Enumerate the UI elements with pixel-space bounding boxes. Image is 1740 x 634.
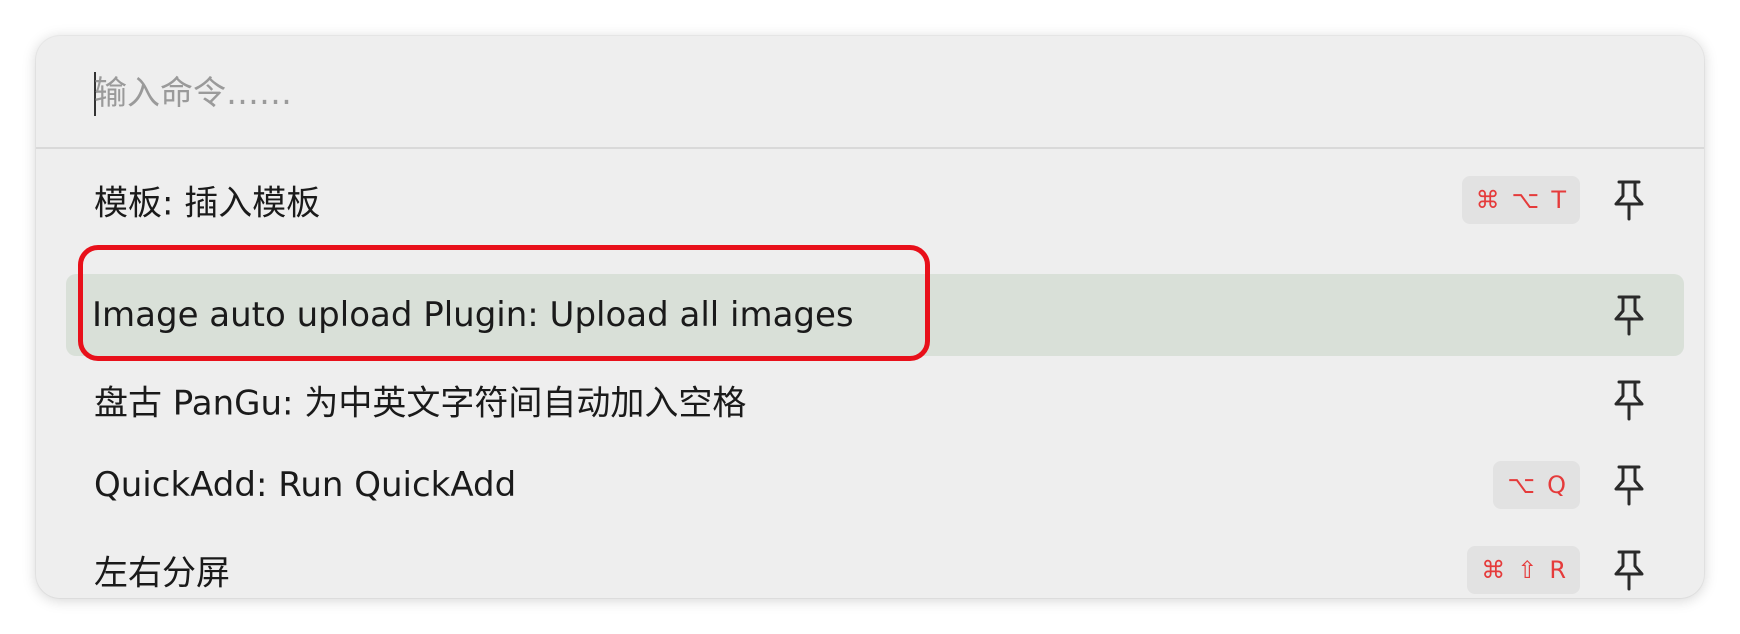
- suggestion-label: 左右分屏: [94, 553, 230, 594]
- suggestion-item[interactable]: QuickAdd: Run QuickAdd ⌥ Q: [66, 444, 1684, 526]
- suggestion-label: 盘古 PanGu: 为中英文字符间自动加入空格: [94, 383, 747, 424]
- suggestion-item-selected[interactable]: Image auto upload Plugin: Upload all ima…: [66, 274, 1684, 356]
- pin-icon[interactable]: [1612, 464, 1646, 506]
- command-search-input[interactable]: [94, 60, 1644, 124]
- pin-icon[interactable]: [1612, 294, 1646, 336]
- command-palette: 模板: 插入模板 ⌘ ⌥ T Image auto upload Plugin:…: [36, 36, 1704, 598]
- hotkey-key: Q: [1547, 471, 1566, 499]
- hotkey-key: ⌥: [1507, 471, 1536, 499]
- hotkey-key: T: [1551, 186, 1566, 214]
- pin-icon[interactable]: [1612, 179, 1646, 221]
- suggestion-item[interactable]: 左右分屏 ⌘ ⇧ R: [66, 529, 1684, 598]
- hotkey-badge: ⌥ Q: [1493, 461, 1580, 509]
- hotkey-badge: ⌘ ⇧ R: [1467, 546, 1580, 594]
- pin-icon[interactable]: [1612, 549, 1646, 591]
- pin-icon[interactable]: [1612, 379, 1646, 421]
- hotkey-key: ⌥: [1511, 186, 1540, 214]
- suggestion-label: Image auto upload Plugin: Upload all ima…: [92, 295, 854, 335]
- hotkey-badge: ⌘ ⌥ T: [1461, 176, 1580, 224]
- suggestion-item[interactable]: 盘古 PanGu: 为中英文字符间自动加入空格: [66, 359, 1684, 441]
- search-row: [36, 36, 1704, 149]
- hotkey-key: R: [1549, 556, 1566, 584]
- hotkey-key: ⌘: [1481, 556, 1506, 584]
- suggestion-label: 模板: 插入模板: [94, 183, 321, 224]
- suggestion-item[interactable]: 模板: 插入模板 ⌘ ⌥ T: [66, 159, 1684, 241]
- suggestion-label: QuickAdd: Run QuickAdd: [94, 465, 517, 505]
- hotkey-key: ⇧: [1517, 556, 1538, 584]
- hotkey-key: ⌘: [1475, 186, 1500, 214]
